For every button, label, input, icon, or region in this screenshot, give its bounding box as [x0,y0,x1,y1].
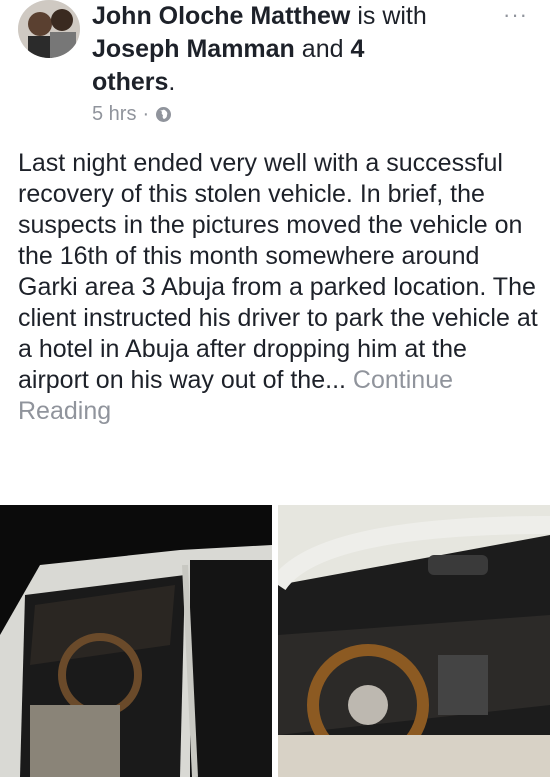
globe-icon[interactable] [155,106,172,123]
author-name[interactable]: John Oloche Matthew [92,2,350,30]
others-label: others [92,68,169,96]
more-options-icon[interactable]: ··· [503,2,528,28]
post-photo-2[interactable] [278,505,550,777]
meta-separator: · [142,103,150,125]
post-body: Last night ended very well with a succes… [18,148,540,427]
post-author-line: John Oloche Matthew is with Joseph Mamma… [92,0,492,99]
others-count: 4 [350,35,365,63]
post-meta: 5 hrs · [92,103,172,126]
author-avatar[interactable] [18,0,80,58]
post-photo-1[interactable] [0,505,272,777]
photo-grid [0,505,550,777]
with-text: is with [357,2,427,30]
period: . [168,68,176,96]
tagged-person-name[interactable]: Joseph Mamman [92,35,295,63]
post-header: John Oloche Matthew is with Joseph Mamma… [0,0,550,140]
post-body-text: Last night ended very well with a succes… [18,149,538,394]
post-timestamp[interactable]: 5 hrs [92,103,136,126]
and-text: and [301,35,344,63]
